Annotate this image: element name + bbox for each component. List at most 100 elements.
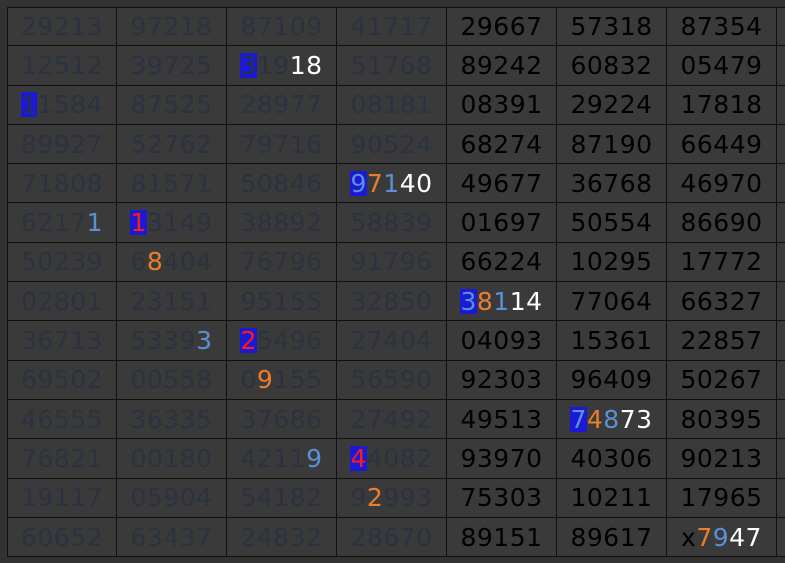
grid-cell[interactable]: x7947 (667, 517, 777, 558)
grid-cell[interactable]: 17772 (667, 242, 777, 283)
grid-cell[interactable]: 05479 (667, 46, 777, 86)
grid-cell[interactable]: 41717 (337, 7, 447, 47)
grid-cell[interactable]: 32850 (337, 282, 447, 322)
grid-cell[interactable]: 97140 (337, 164, 447, 204)
grid-cell[interactable]: 58839 (337, 203, 447, 243)
grid-cell[interactable]: 97218 (117, 7, 227, 47)
grid-cell[interactable]: 10211 (557, 478, 667, 518)
grid-cell[interactable]: 50267 (667, 360, 777, 400)
grid-cell[interactable]: 08181 (337, 85, 447, 125)
grid-cell[interactable]: 91796 (337, 242, 447, 283)
grid-cell[interactable]: 86690 (667, 203, 777, 243)
grid-cell[interactable]: 46970 (667, 164, 777, 204)
grid-cell[interactable]: 53393 (117, 321, 227, 361)
grid-cell[interactable]: 80395 (667, 399, 777, 440)
grid-cell[interactable]: 62171 (7, 203, 117, 243)
grid-cell[interactable]: 29667 (447, 7, 557, 47)
grid-cell[interactable]: 02801 (7, 282, 117, 322)
grid-cell[interactable]: 87354 (667, 7, 777, 47)
grid-cell[interactable]: 37686 (227, 399, 337, 440)
grid-cell[interactable]: 66449 (667, 124, 777, 165)
grid-cell[interactable]: 12512 (7, 46, 117, 86)
grid-cell[interactable]: 68404 (117, 242, 227, 283)
grid-cell[interactable]: 04093 (447, 321, 557, 361)
grid-cell[interactable]: 31918 (227, 46, 337, 86)
grid-cell[interactable]: 50846 (227, 164, 337, 204)
grid-cell[interactable]: 08391 (447, 85, 557, 125)
grid-cell[interactable]: 44082 (337, 439, 447, 479)
grid-cell[interactable]: 90213 (667, 439, 777, 479)
grid-cell[interactable]: 60652 (7, 517, 117, 558)
grid-cell[interactable]: 93970 (447, 439, 557, 479)
grid-cell[interactable]: 27404 (337, 321, 447, 361)
grid-cell[interactable]: 75303 (447, 478, 557, 518)
grid-cell[interactable]: 66327 (667, 282, 777, 322)
grid-cell[interactable]: 09155 (227, 360, 337, 400)
grid-cell[interactable]: 17965 (667, 478, 777, 518)
grid-cell[interactable]: 52762 (117, 124, 227, 165)
grid-cell[interactable]: 56590 (337, 360, 447, 400)
grid-cell[interactable]: 89151 (447, 517, 557, 558)
grid-cell[interactable]: 92993 (337, 478, 447, 518)
grid-cell[interactable]: 36713 (7, 321, 117, 361)
grid-cell[interactable]: 69502 (7, 360, 117, 400)
grid-cell[interactable]: 22857 (667, 321, 777, 361)
grid-cell[interactable]: 28977 (227, 85, 337, 125)
grid-cell[interactable]: 92303 (447, 360, 557, 400)
grid-cell[interactable]: 87109 (227, 7, 337, 47)
grid-cell[interactable]: 23151 (117, 282, 227, 322)
grid-cell[interactable]: 89927 (7, 124, 117, 165)
grid-cell[interactable]: 90524 (337, 124, 447, 165)
grid-cell[interactable]: 00180 (117, 439, 227, 479)
grid-cell[interactable]: 29213 (7, 7, 117, 47)
grid-cell[interactable]: 87525 (117, 85, 227, 125)
grid-cell[interactable]: 36335 (117, 399, 227, 440)
highlighted-digit: 4 (350, 443, 367, 473)
grid-cell[interactable]: 11584 (7, 85, 117, 125)
grid-cell[interactable]: 50554 (557, 203, 667, 243)
grid-cell[interactable]: 39725 (117, 46, 227, 86)
grid-cell[interactable]: 76796 (227, 242, 337, 283)
grid-cell[interactable]: 89242 (447, 46, 557, 86)
grid-cell[interactable]: 00558 (117, 360, 227, 400)
grid-cell[interactable]: 42119 (227, 439, 337, 479)
grid-cell[interactable]: 77064 (557, 282, 667, 322)
grid-cell[interactable]: 10295 (557, 242, 667, 283)
grid-cell[interactable]: 76821 (7, 439, 117, 479)
grid-cell[interactable]: 01697 (447, 203, 557, 243)
grid-cell[interactable]: 38114 (447, 282, 557, 322)
grid-cell[interactable]: 54182 (227, 478, 337, 518)
grid-cell[interactable]: 19117 (7, 478, 117, 518)
grid-cell[interactable]: 87190 (557, 124, 667, 165)
grid-cell[interactable]: 95155 (227, 282, 337, 322)
grid-cell[interactable]: 13149 (117, 203, 227, 243)
grid-cell[interactable]: 24832 (227, 517, 337, 558)
grid-cell[interactable]: 66224 (447, 242, 557, 283)
grid-cell[interactable]: 28670 (337, 517, 447, 558)
grid-cell[interactable]: 50239 (7, 242, 117, 283)
grid-cell[interactable]: 71808 (7, 164, 117, 204)
grid-cell[interactable]: 49677 (447, 164, 557, 204)
grid-cell[interactable]: 15361 (557, 321, 667, 361)
grid-cell[interactable]: 40306 (557, 439, 667, 479)
grid-digit: 4 (240, 443, 257, 473)
grid-cell[interactable]: 60832 (557, 46, 667, 86)
grid-cell[interactable]: 25496 (227, 321, 337, 361)
grid-cell[interactable]: 68274 (447, 124, 557, 165)
grid-cell[interactable]: 27492 (337, 399, 447, 440)
grid-cell[interactable]: 63437 (117, 517, 227, 558)
grid-cell[interactable]: 49513 (447, 399, 557, 440)
grid-cell[interactable]: 79716 (227, 124, 337, 165)
grid-cell[interactable]: 38892 (227, 203, 337, 243)
grid-cell[interactable]: 46555 (7, 399, 117, 440)
grid-cell[interactable]: 57318 (557, 7, 667, 47)
grid-cell[interactable]: 05904 (117, 478, 227, 518)
grid-cell[interactable]: 51768 (337, 46, 447, 86)
grid-cell[interactable]: 89617 (557, 517, 667, 558)
grid-cell[interactable]: 29224 (557, 85, 667, 125)
grid-cell[interactable]: 36768 (557, 164, 667, 204)
grid-cell[interactable]: 17818 (667, 85, 777, 125)
grid-cell[interactable]: 96409 (557, 360, 667, 400)
grid-cell[interactable]: 81571 (117, 164, 227, 204)
grid-cell[interactable]: 74873 (557, 399, 667, 440)
